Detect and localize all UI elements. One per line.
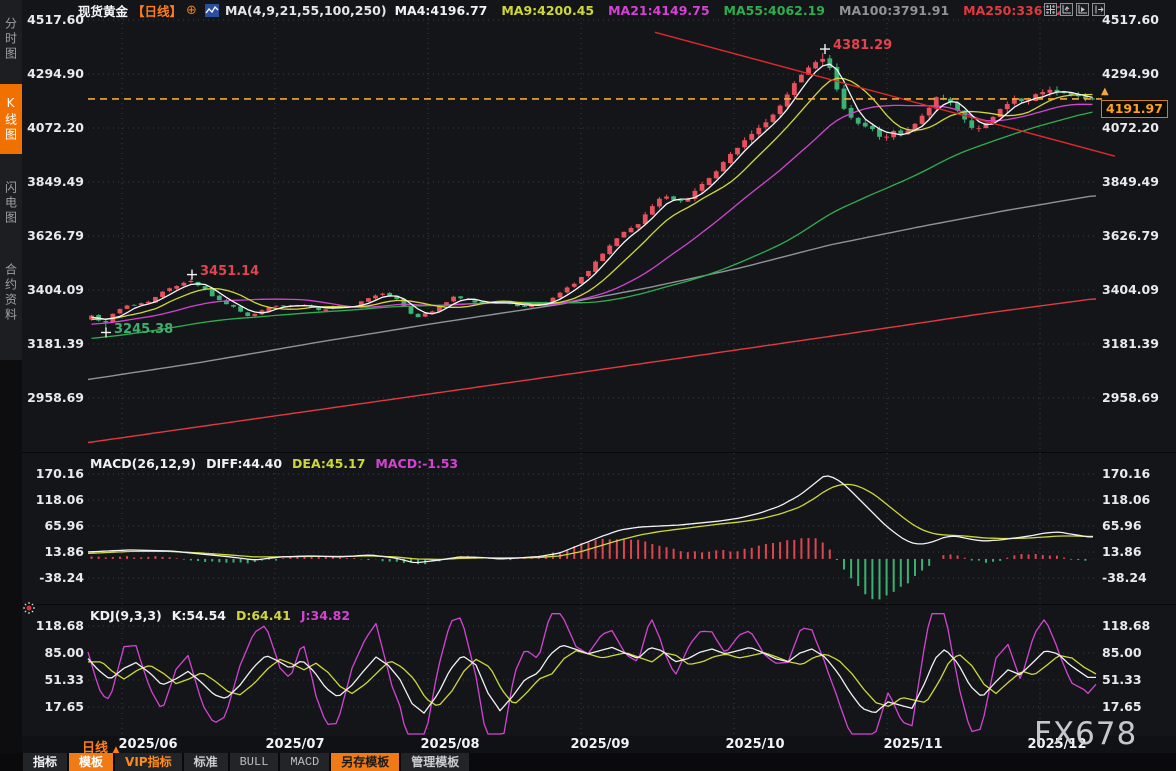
link-icon[interactable]: ⊕ bbox=[186, 3, 197, 18]
sidebar-item-3[interactable]: 闪电图 bbox=[0, 170, 22, 236]
toolbar-tab-2[interactable]: 模板 bbox=[69, 753, 113, 771]
macd-histogram bbox=[92, 538, 1093, 599]
annotation-3245.38: 3245.38 bbox=[114, 322, 173, 337]
macd-lines bbox=[88, 476, 1093, 563]
ma-long-lines bbox=[88, 196, 1096, 443]
zoom-axis-icon[interactable] bbox=[1060, 3, 1073, 16]
annotation-4381.29: 4381.29 bbox=[833, 38, 892, 53]
macd-diff-value: DIFF:44.40 bbox=[206, 456, 282, 471]
play-axis-icon[interactable] bbox=[1076, 3, 1089, 16]
kdj-lines bbox=[88, 614, 1096, 734]
toolbar-tab-1[interactable]: 指标 bbox=[23, 753, 67, 771]
time-axis-label: 2025/11 bbox=[883, 737, 942, 752]
ma-legend-value: MA21:4149.75 bbox=[608, 3, 709, 18]
kdj-k-value: K:54.54 bbox=[172, 608, 226, 623]
toolbar-tab-4[interactable]: 标准 bbox=[184, 753, 228, 771]
toolbar-tab-3[interactable]: VIP指标 bbox=[115, 753, 182, 771]
macd-value: MACD:-1.53 bbox=[375, 456, 458, 471]
bottom-toolbar: 指标模板VIP指标标准BULLMACD另存模板管理模板 bbox=[0, 753, 1176, 771]
macd-dea-value: DEA:45.17 bbox=[292, 456, 365, 471]
ma-legend-value: MA100:3791.91 bbox=[839, 3, 949, 18]
kdj-title: KDJ(9,3,3) bbox=[90, 608, 162, 623]
chart-legend: 现货黄金 【日线】 ⊕ MA(4,9,21,55,100,250) MA4:41… bbox=[78, 2, 1073, 18]
toolbar-tab-7[interactable]: 另存模板 bbox=[331, 753, 399, 771]
trading-app: 分时图 K线图闪电图合约资料 现货黄金 【日线】 ⊕ MA(4,9,21,55,1… bbox=[0, 0, 1176, 771]
pane-divider bbox=[22, 604, 1176, 605]
ma-values: MA4:4196.77 MA9:4200.45 MA21:4149.75 MA55:4… bbox=[395, 3, 1074, 18]
overlay-lines bbox=[88, 32, 1115, 156]
collapse-panel-icon[interactable] bbox=[1092, 3, 1105, 16]
ma-short-lines bbox=[92, 64, 1093, 338]
last-price-tag: 4191.97 bbox=[1101, 100, 1168, 118]
time-axis-label: 2025/09 bbox=[570, 737, 629, 752]
chart-plot-area[interactable] bbox=[0, 0, 1176, 771]
pane-divider bbox=[22, 452, 1176, 453]
chart-toolbar bbox=[1044, 3, 1105, 16]
ma-params-label: MA(4,9,21,55,100,250) bbox=[225, 3, 387, 18]
sidebar-item-1[interactable]: 分时图 bbox=[0, 6, 22, 72]
ma-legend-value: MA4:4196.77 bbox=[395, 3, 488, 18]
period-tag: 【日线】 bbox=[132, 1, 182, 20]
watermark: FX678 bbox=[1034, 716, 1137, 752]
mini-candlestick-icon[interactable] bbox=[205, 4, 219, 17]
alert-sun-icon[interactable] bbox=[23, 602, 35, 617]
macd-header: MACD(26,12,9) DIFF:44.40 DEA:45.17 MACD:… bbox=[90, 456, 458, 471]
toolbar-tab-5[interactable]: BULL bbox=[230, 753, 279, 771]
sidebar-item-4[interactable]: 合约资料 bbox=[0, 248, 22, 338]
macd-title: MACD(26,12,9) bbox=[90, 456, 196, 471]
time-axis-label: 2025/07 bbox=[265, 737, 324, 752]
crosshair-icon[interactable] bbox=[1044, 3, 1057, 16]
kdj-j-value: J:34.82 bbox=[301, 608, 350, 623]
kdj-d-value: D:64.41 bbox=[236, 608, 291, 623]
ma-legend-value: MA55:4062.19 bbox=[724, 3, 825, 18]
price-marker-icon: ▲ bbox=[1101, 86, 1109, 97]
candles-layer bbox=[89, 53, 1095, 328]
left-sidebar: 分时图 K线图闪电图合约资料 bbox=[0, 0, 22, 771]
ma-legend-value: MA9:4200.45 bbox=[501, 3, 594, 18]
time-axis-label: 2025/10 bbox=[725, 737, 784, 752]
symbol-title: 现货黄金 bbox=[78, 1, 128, 20]
toolbar-tab-8[interactable]: 管理模板 bbox=[401, 753, 469, 771]
toolbar-tab-6[interactable]: MACD bbox=[280, 753, 329, 771]
kdj-header: KDJ(9,3,3) K:54.54 D:64.41 J:34.82 bbox=[90, 608, 350, 623]
sidebar-item-2[interactable]: K线图 bbox=[0, 84, 22, 154]
time-axis-label: 2025/08 bbox=[420, 737, 479, 752]
time-axis-label: 2025/06 bbox=[118, 737, 177, 752]
annotation-3451.14: 3451.14 bbox=[200, 264, 259, 279]
